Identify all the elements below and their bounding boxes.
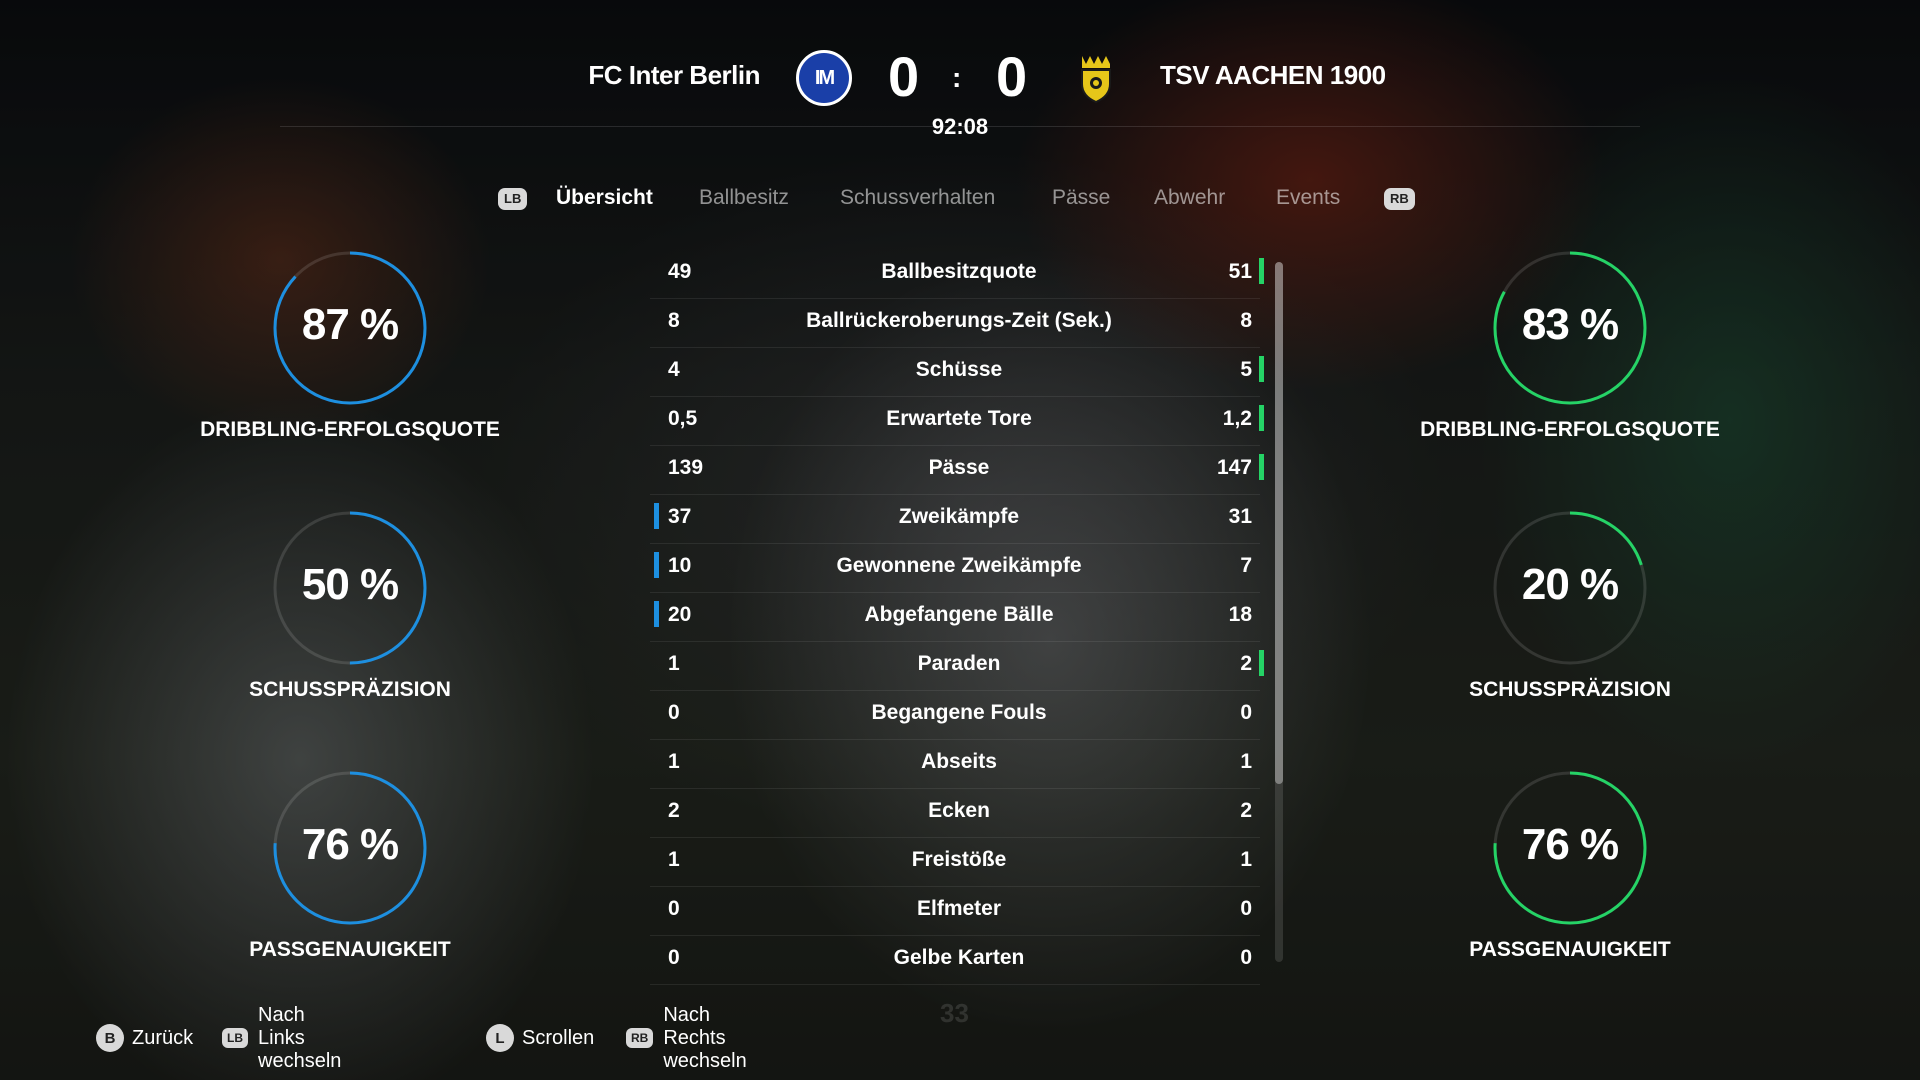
ring-label: SCHUSSPRÄZISION — [1469, 678, 1671, 701]
away-stat-value: 18 — [1228, 603, 1252, 626]
match-clock: 92:08 — [931, 114, 989, 139]
away-stat-value: 1 — [1240, 750, 1252, 773]
away-lead-marker — [1259, 356, 1264, 382]
away-score: 0 — [996, 45, 1028, 108]
tab-paesse[interactable]: Pässe — [1052, 186, 1110, 210]
stat-row: 10 Gewonnene Zweikämpfe 7 — [650, 544, 1260, 593]
home-ring-3: 76 % — [272, 770, 428, 926]
away-ring-2: 20 % — [1492, 510, 1648, 666]
stat-row: 37 Zweikämpfe 31 — [650, 495, 1260, 544]
background-shirt-number: 33 — [940, 998, 969, 1028]
stat-row: 49 Ballbesitzquote 51 — [650, 250, 1264, 299]
tab-next-rb-icon[interactable]: RB — [1384, 188, 1415, 210]
stat-row: 0 Elfmeter 0 — [650, 887, 1260, 936]
home-team-name: FC Inter Berlin — [588, 60, 760, 90]
away-lead-marker — [1259, 405, 1264, 431]
away-stat-value: 5 — [1240, 358, 1252, 381]
back-button[interactable]: B Zurück — [96, 1024, 193, 1052]
ring-label: SCHUSSPRÄZISION — [249, 678, 451, 701]
ring-label: PASSGENAUIGKEIT — [249, 938, 451, 961]
away-stat-value: 147 — [1216, 456, 1252, 479]
stat-row: 20 Abgefangene Bälle 18 — [650, 593, 1260, 642]
away-stat-value: 2 — [1240, 799, 1252, 822]
home-score: 0 — [888, 45, 920, 108]
scroll-button[interactable]: L Scrollen — [486, 1024, 594, 1052]
tab-abwehr[interactable]: Abwehr — [1154, 186, 1225, 210]
back-label: Zurück — [132, 1026, 194, 1049]
ring-percentage: 83 % — [1521, 300, 1619, 349]
stats-table[interactable]: 49 Ballbesitzquote 51 8 Ballrückeroberungs-Z… — [650, 250, 1264, 985]
switch-right-label: Nach Rechts wechseln — [663, 1003, 747, 1072]
away-stat-value: 0 — [1240, 701, 1252, 724]
stat-row: 0,5 Erwartete Tore 1,2 — [650, 397, 1264, 446]
ring-percentage: 76 % — [1521, 820, 1619, 869]
home-crest-text: IM — [799, 53, 849, 103]
away-stat-value: 0 — [1240, 897, 1252, 920]
stat-row: 0 Gelbe Karten 0 — [650, 936, 1260, 985]
away-ring-1: 83 % — [1492, 250, 1648, 406]
tab-uebersicht[interactable]: Übersicht — [556, 186, 653, 210]
ring-label: DRIBBLING-ERFOLGSQUOTE — [200, 418, 500, 441]
home-ring-1: 87 % — [272, 250, 428, 406]
away-lead-marker — [1259, 650, 1264, 676]
stat-row: 1 Paraden 2 — [650, 642, 1264, 691]
away-stat-value: 31 — [1228, 505, 1252, 528]
away-lead-marker — [1259, 454, 1264, 480]
left-stick-icon: L — [486, 1024, 514, 1052]
ring-label: PASSGENAUIGKEIT — [1469, 938, 1671, 961]
stats-scrollbar[interactable] — [1275, 262, 1283, 962]
away-stat-value: 0 — [1240, 946, 1252, 969]
stat-row: 1 Abseits 1 — [650, 740, 1260, 789]
home-team-crest-icon: IM — [796, 50, 852, 106]
stat-row: 4 Schüsse 5 — [650, 348, 1264, 397]
switch-left-label: Nach Links wechseln — [258, 1003, 342, 1072]
away-stat-value: 8 — [1240, 309, 1252, 332]
ring-percentage: 87 % — [301, 300, 399, 349]
rb-button-icon: RB — [626, 1028, 654, 1048]
stat-row: 1 Freistöße 1 — [650, 838, 1260, 887]
tab-ballbesitz[interactable]: Ballbesitz — [699, 186, 789, 210]
stat-row: 2 Ecken 2 — [650, 789, 1260, 838]
away-ring-3: 76 % — [1492, 770, 1648, 926]
away-team-crest-icon — [1068, 50, 1124, 106]
stat-row: 8 Ballrückeroberungs-Zeit (Sek.) 8 — [650, 299, 1260, 348]
stats-scroll-thumb[interactable] — [1275, 262, 1283, 784]
b-button-icon: B — [96, 1024, 124, 1052]
away-stat-value: 1,2 — [1222, 407, 1252, 430]
ring-label: DRIBBLING-ERFOLGSQUOTE — [1420, 418, 1720, 441]
switch-left-button[interactable]: LB Nach Links wechseln — [222, 1004, 341, 1072]
ring-percentage: 50 % — [301, 560, 399, 609]
away-stat-value: 2 — [1240, 652, 1252, 675]
away-stat-value: 51 — [1228, 260, 1252, 283]
ring-percentage: 76 % — [301, 820, 399, 869]
lb-button-icon: LB — [222, 1028, 248, 1048]
tab-prev-lb-icon[interactable]: LB — [498, 188, 528, 210]
tab-events[interactable]: Events — [1276, 186, 1340, 210]
away-team-name: TSV AACHEN 1900 — [1160, 60, 1386, 90]
stat-row: 0 Begangene Fouls 0 — [650, 691, 1260, 740]
stat-row: 139 Pässe 147 — [650, 446, 1264, 495]
away-stat-value: 1 — [1240, 848, 1252, 871]
switch-right-button[interactable]: RB Nach Rechts wechseln — [626, 1004, 747, 1072]
tab-schussverhalten[interactable]: Schussverhalten — [840, 186, 995, 210]
ring-percentage: 20 % — [1521, 560, 1619, 609]
match-header: FC Inter Berlin IM 0 : 0 TSV AACHEN 1900… — [0, 0, 1920, 145]
score-separator: : — [952, 62, 962, 93]
away-stat-value: 7 — [1240, 554, 1252, 577]
away-lead-marker — [1259, 258, 1264, 284]
scroll-label: Scrollen — [522, 1026, 595, 1049]
home-ring-2: 50 % — [272, 510, 428, 666]
stats-tabs: LB Übersicht Ballbesitz Schussverhalten … — [0, 186, 1920, 222]
